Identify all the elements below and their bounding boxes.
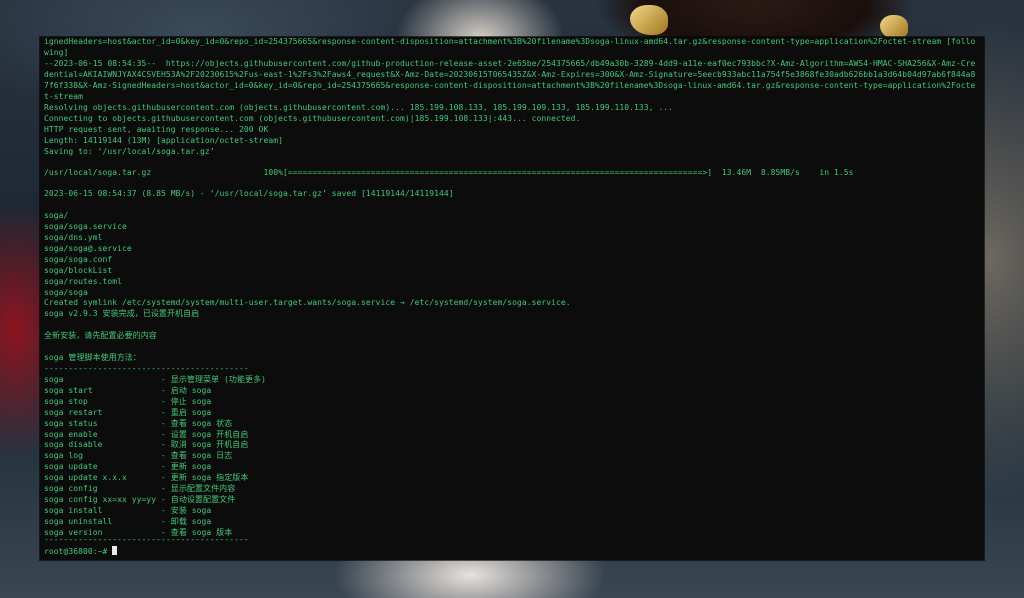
terminal-window[interactable]: ignedHeaders=host&actor_id=0&key_id=0&re… [40, 37, 984, 560]
terminal-line: HTTP request sent, awaiting response... … [44, 125, 269, 134]
terminal-line: soga/ [44, 211, 69, 220]
terminal-line: ----------------------------------------… [44, 535, 249, 544]
terminal-line: Connecting to objects.githubusercontent.… [44, 114, 581, 123]
terminal-line: 7f6f338&X-Amz-SignedHeaders=host&actor_i… [44, 81, 976, 90]
terminal-line: --2023-06-15 08:54:35-- https://objects.… [44, 59, 976, 68]
download-progress-line: /usr/local/soga.tar.gz 100%[============… [44, 168, 854, 177]
terminal-line: ignedHeaders=host&actor_id=0&key_id=0&re… [44, 37, 976, 46]
terminal-line: soga/soga@.service [44, 244, 132, 253]
terminal-line: soga/blockList [44, 266, 113, 275]
terminal-line: soga restart - 重启 soga [44, 408, 212, 417]
terminal-line: Length: 14119144 (13M) [application/octe… [44, 136, 283, 145]
terminal-line: soga/dns.yml [44, 233, 103, 242]
terminal-line: soga 管理脚本使用方法： [44, 353, 141, 362]
terminal-line: soga start - 启动 soga [44, 386, 212, 395]
terminal-line: soga/soga.service [44, 222, 127, 231]
terminal-line: soga update - 更新 soga [44, 462, 212, 471]
terminal-line: soga/soga.conf [44, 255, 113, 264]
terminal-line: 全新安装，请先配置必要的内容 [44, 331, 157, 340]
terminal-line: soga install - 安装 soga [44, 506, 212, 515]
terminal-line: soga update x.x.x - 更新 soga 指定版本 [44, 473, 249, 482]
terminal-line: soga status - 查看 soga 状态 [44, 419, 233, 428]
terminal-line: soga v2.9.3 安装完成，已设置开机自启 [44, 309, 200, 318]
terminal-line: soga config - 显示配置文件内容 [44, 484, 236, 493]
terminal-line: ----------------------------------------… [44, 364, 249, 373]
terminal-line: soga disable - 取消 soga 开机自启 [44, 440, 249, 449]
terminal-line: soga stop - 停止 soga [44, 397, 212, 406]
terminal-line: soga - 显示管理菜单 (功能更多) [44, 375, 267, 384]
shell-prompt-line[interactable]: root@36800:~# [44, 546, 118, 558]
terminal-line: soga uninstall - 卸载 soga [44, 517, 212, 526]
terminal-line: Saving to: ‘/usr/local/soga.tar.gz’ [44, 147, 215, 156]
terminal-line: dential=AKIAIWNJYAX4CSVEH53A%2F20230615%… [44, 70, 976, 79]
terminal-line: soga/routes.toml [44, 277, 123, 286]
terminal-line: t-stream [44, 92, 84, 101]
terminal-line: Resolving objects.githubusercontent.com … [44, 103, 674, 112]
terminal-line: Created symlink /etc/systemd/system/mult… [44, 298, 571, 307]
terminal-line: soga config xx=xx yy=yy - 自动设置配置文件 [44, 495, 236, 504]
text-cursor [112, 546, 118, 555]
terminal-line: wing] [44, 48, 69, 57]
terminal-line: soga log - 查看 soga 日志 [44, 451, 233, 460]
terminal-line: 2023-06-15 08:54:37 (8.85 MB/s) - ‘/usr/… [44, 189, 454, 198]
shell-prompt: root@36800:~# [44, 547, 113, 556]
wallpaper-gold-ornament [880, 15, 908, 39]
wallpaper-gold-ornament [630, 5, 668, 35]
